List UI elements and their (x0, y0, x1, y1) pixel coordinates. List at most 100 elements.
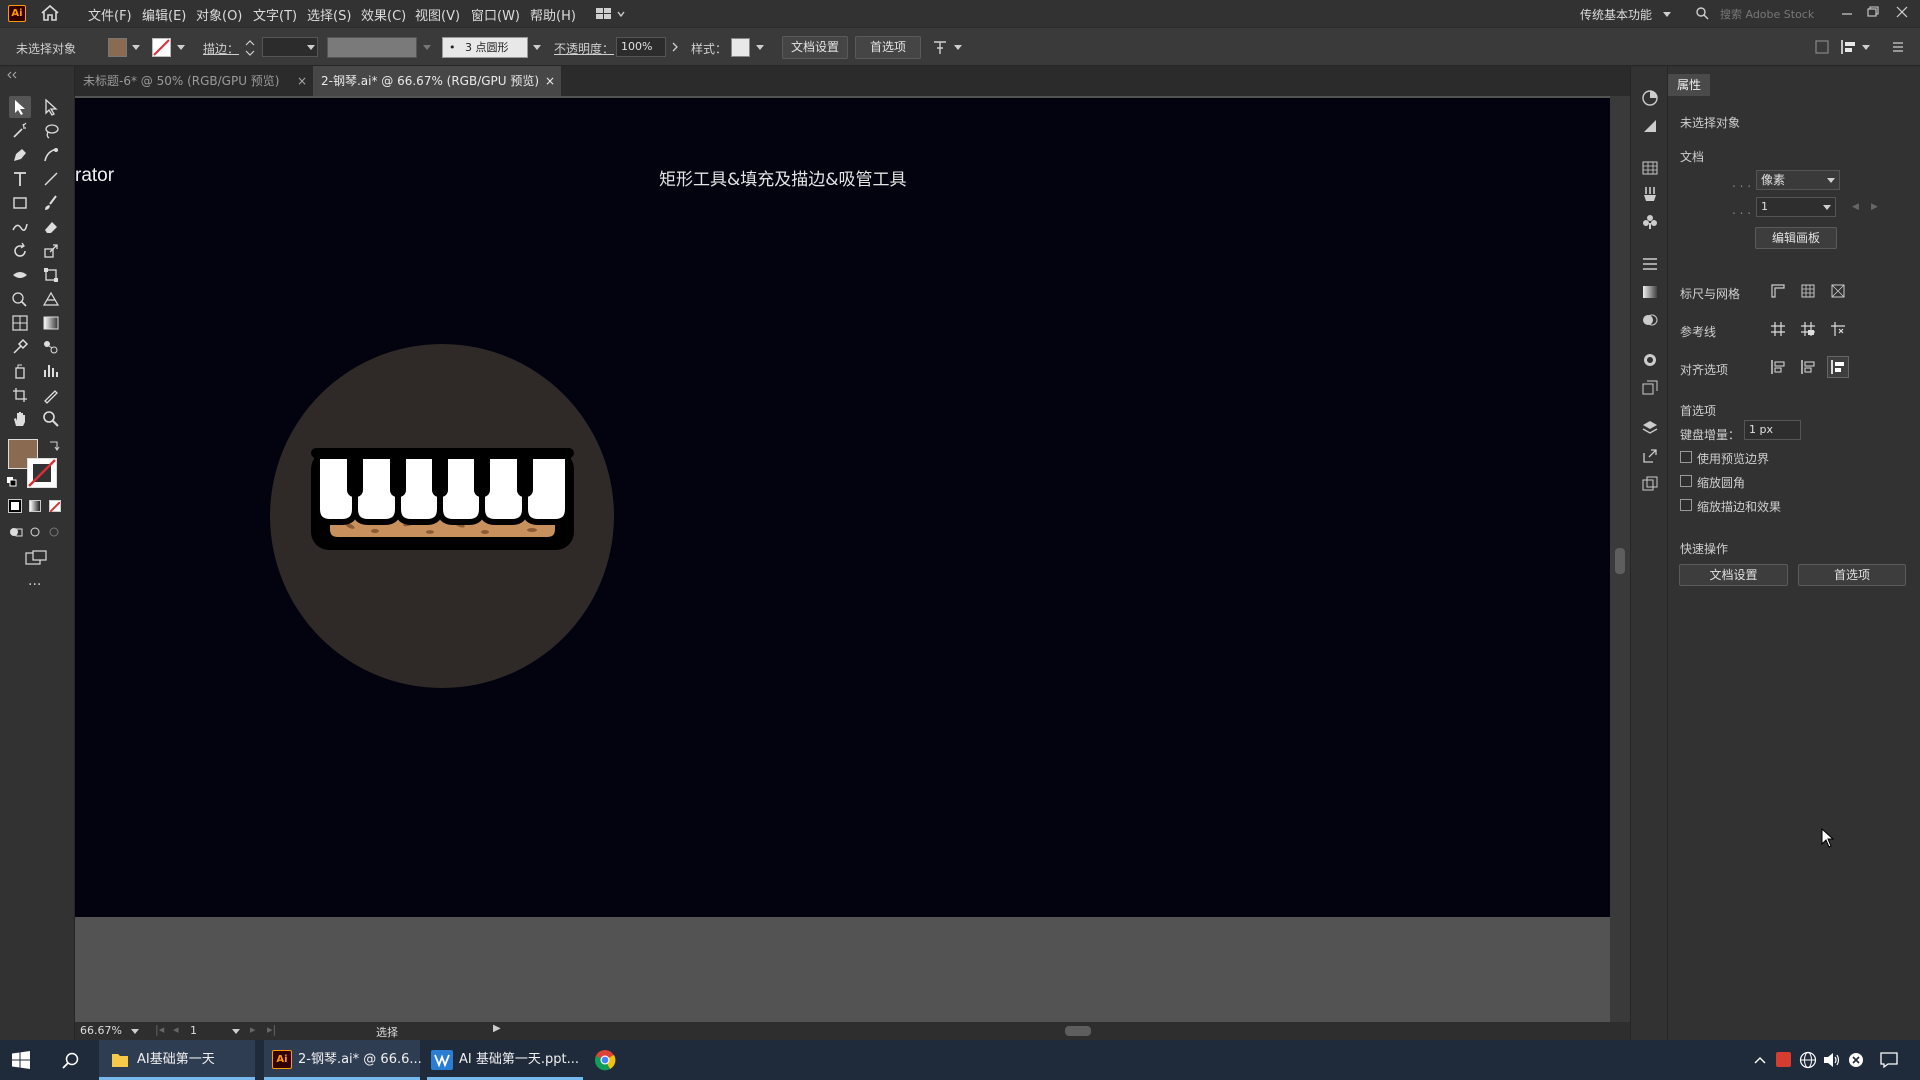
swap-colors-icon[interactable] (48, 440, 60, 452)
tray-app-icon[interactable] (1776, 1052, 1791, 1067)
draw-behind-icon[interactable] (29, 526, 43, 538)
chevron-down-icon[interactable] (307, 45, 315, 50)
transparency-icon[interactable] (1640, 310, 1660, 330)
color-guide-icon[interactable] (1640, 116, 1660, 136)
scale-strokes-effects-checkbox[interactable] (1680, 499, 1692, 511)
tab-piano[interactable]: 2-钢琴.ai* @ 66.67% (RGB/GPU 预览) × (313, 66, 561, 96)
swatches-icon[interactable] (1640, 158, 1660, 178)
search-icon[interactable] (62, 1052, 79, 1069)
tray-chevron-up-icon[interactable] (1754, 1054, 1766, 1064)
menu-file[interactable]: 文件(F) (88, 5, 132, 24)
menu-edit[interactable]: 编辑(E) (142, 5, 186, 24)
preferences-button[interactable]: 首选项 (1798, 564, 1906, 586)
artboard[interactable]: rator 矩形工具&填充及描边&吸管工具 (75, 98, 1610, 917)
grid-icon[interactable] (1797, 280, 1819, 302)
isolate-icon[interactable] (1814, 39, 1830, 55)
free-transform-tool-icon[interactable] (40, 264, 62, 286)
rotate-tool-icon[interactable] (9, 240, 31, 262)
document-setup-button[interactable]: 文档设置 (782, 36, 848, 59)
volume-icon[interactable] (1823, 1052, 1841, 1068)
default-colors-icon[interactable] (7, 476, 17, 487)
menu-select[interactable]: 选择(S) (307, 5, 351, 24)
taskbar-item-illustrator[interactable]: Ai 2-钢琴.ai* @ 66.6... (264, 1040, 422, 1080)
color-mode-icon[interactable] (8, 499, 22, 513)
eyedropper-tool-icon[interactable] (9, 336, 31, 358)
pen-tool-icon[interactable] (9, 144, 31, 166)
transform-icon[interactable] (932, 38, 950, 56)
chevron-down-icon[interactable] (177, 45, 185, 50)
tab-untitled-6[interactable]: 未标题-6* @ 50% (RGB/GPU 预览) × (75, 66, 313, 96)
home-icon[interactable] (40, 4, 60, 22)
chevron-right-icon[interactable] (671, 41, 679, 53)
collapse-arrows-icon[interactable] (6, 68, 18, 79)
network-icon[interactable] (1799, 1051, 1817, 1069)
chevron-down-icon[interactable] (132, 45, 140, 50)
none-mode-icon[interactable] (49, 500, 61, 513)
shaper-tool-icon[interactable] (9, 216, 31, 238)
next-artboard-icon[interactable]: ▸ (250, 1023, 256, 1036)
draw-inside-icon[interactable] (48, 526, 60, 538)
chevron-down-icon[interactable] (131, 1029, 139, 1034)
align-to-artboard-icon[interactable] (1827, 356, 1849, 378)
restore-icon[interactable] (1866, 5, 1880, 19)
close-icon[interactable]: × (297, 66, 307, 96)
appearance-icon[interactable] (1640, 350, 1660, 370)
menu-help[interactable]: 帮助(H) (530, 5, 576, 24)
zoom-level[interactable]: 66.67% (80, 1024, 122, 1037)
column-graph-tool-icon[interactable] (40, 360, 62, 382)
fill-swatch[interactable] (108, 38, 127, 57)
scale-corners-checkbox[interactable] (1680, 475, 1692, 487)
variable-width-profile[interactable] (327, 37, 417, 58)
export-icon[interactable] (1640, 446, 1660, 466)
artboard-tool-icon[interactable] (9, 384, 31, 406)
stroke-color-box[interactable] (27, 458, 57, 488)
show-guides-icon[interactable] (1767, 318, 1789, 340)
smart-guides-icon[interactable] (1827, 318, 1849, 340)
opacity-field[interactable]: 100% (616, 37, 666, 57)
brushes-icon[interactable] (1640, 184, 1660, 204)
taskbar-item-folder[interactable]: AI基础第一天 (99, 1040, 255, 1080)
edit-artboards-button[interactable]: 编辑画板 (1755, 227, 1837, 249)
color-panel-icon[interactable] (1640, 88, 1660, 108)
chevron-down-icon[interactable] (954, 45, 962, 50)
status-menu-arrow-icon[interactable]: ▶ (493, 1023, 501, 1034)
direct-selection-tool-icon[interactable] (40, 96, 62, 118)
screen-mode-icon[interactable] (25, 550, 47, 566)
workspace-switcher[interactable]: 传统基本功能 (1580, 6, 1652, 23)
panel-tab[interactable]: 属性 (1668, 74, 1710, 96)
use-preview-bounds-checkbox[interactable] (1680, 451, 1692, 463)
chevron-down-icon[interactable] (533, 45, 541, 50)
gradient-panel-icon[interactable] (1640, 282, 1660, 302)
blend-tool-icon[interactable] (40, 336, 62, 358)
taskbar-item-presentation[interactable]: AI 基础第一天.ppt... (427, 1040, 583, 1080)
notification-icon[interactable] (1880, 1051, 1898, 1069)
scroll-thumb[interactable] (1065, 1026, 1091, 1036)
brush-definition[interactable]: • 3 点圆形 (442, 37, 528, 58)
piano-illustration[interactable] (270, 344, 615, 689)
transparency-grid-icon[interactable] (1827, 280, 1849, 302)
minimize-icon[interactable] (1840, 6, 1854, 20)
slice-tool-icon[interactable] (40, 384, 62, 406)
chrome-icon[interactable] (594, 1049, 616, 1071)
menu-type[interactable]: 文字(T) (253, 5, 297, 24)
close-icon[interactable] (1895, 5, 1909, 19)
stroke-panel-icon[interactable] (1640, 254, 1660, 274)
scale-tool-icon[interactable] (40, 240, 62, 262)
draw-normal-icon[interactable] (9, 526, 23, 538)
gradient-tool-icon[interactable] (40, 312, 62, 334)
curvature-tool-icon[interactable] (40, 144, 62, 166)
artboard-dropdown[interactable]: 1 (1756, 197, 1836, 217)
horizontal-scrollbar[interactable] (515, 1025, 1610, 1037)
perspective-grid-tool-icon[interactable] (40, 288, 62, 310)
paintbrush-tool-icon[interactable] (40, 192, 62, 214)
shape-builder-tool-icon[interactable] (9, 288, 31, 310)
graphic-style-swatch[interactable] (731, 38, 750, 57)
units-dropdown[interactable]: 像素 (1756, 170, 1840, 190)
lock-guides-icon[interactable] (1797, 318, 1819, 340)
tray-close-icon[interactable] (1848, 1052, 1864, 1068)
preferences-button[interactable]: 首选项 (855, 36, 921, 59)
line-segment-tool-icon[interactable] (40, 168, 62, 190)
gradient-mode-icon[interactable] (29, 500, 41, 512)
mesh-tool-icon[interactable] (9, 312, 31, 334)
chevron-down-icon[interactable] (232, 1029, 240, 1034)
